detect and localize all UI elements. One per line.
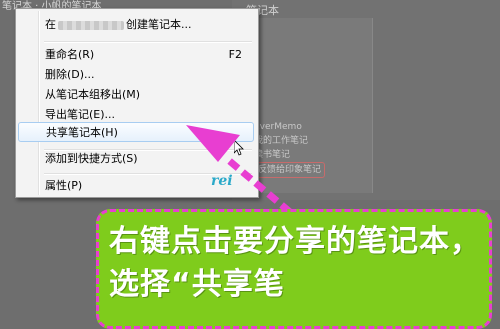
instruction-text: 右键点击要分享的笔记本，选择“共享笔 xyxy=(109,224,481,302)
instruction-callout: 右键点击要分享的笔记本，选择“共享笔 xyxy=(96,209,492,329)
